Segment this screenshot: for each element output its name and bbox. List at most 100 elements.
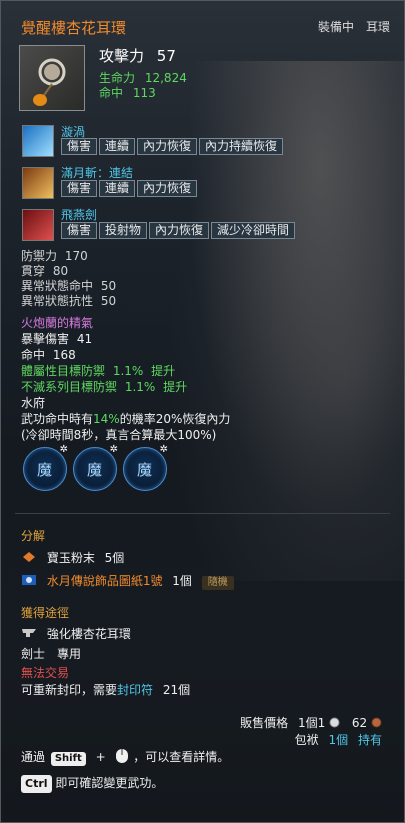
inventory-count: 包袱 1個 持有: [295, 731, 382, 748]
tag: 投射物: [99, 222, 148, 239]
reseal-info: 可重新封印，需要封印符 21個: [21, 681, 190, 698]
gem-mark: ✲: [59, 444, 68, 455]
source-item-name: 強化樓杏花耳環: [46, 627, 131, 641]
stat-label: 異常狀態命中: [21, 279, 94, 293]
stat-value: 168: [52, 348, 76, 362]
reseal-text: 可重新封印，需要: [21, 683, 118, 697]
bonus-line-2: 不滅系列目標防禦 1.1% 提升: [21, 378, 187, 395]
hp-label: 生命力: [99, 71, 136, 85]
decompose-item-2: 水月傳說飾品圖紙1號 1個 隨機: [21, 572, 234, 590]
silver-coin-icon: [371, 717, 382, 731]
hint-ctrl: Ctrl 即可確認變更武功。: [21, 774, 163, 793]
earring-icon[interactable]: [19, 45, 85, 111]
stat-value: 41: [76, 332, 93, 346]
set-effect: 武功命中時有14%的機率20%恢復內力: [21, 410, 230, 427]
decompose-item-1: 寶玉粉末 5個: [21, 549, 124, 567]
tag: 連續: [99, 180, 136, 197]
tag: 傷害: [61, 222, 98, 239]
ctrl-key: Ctrl: [21, 775, 52, 793]
set-effect-note: (冷卻時間8秒，真言合算最大100%): [21, 428, 217, 442]
no-trade-label: 無法交易: [21, 666, 70, 680]
stat-label: 貫穿: [21, 264, 46, 278]
hint-text: 即可確認變更武功。: [55, 776, 164, 790]
stat-value: 50: [100, 279, 117, 293]
stat-label: 命中: [21, 348, 46, 362]
decompose-heading: 分解: [21, 529, 46, 543]
skill-tags-full-moon: 傷害 連續 內力恢復: [61, 180, 198, 197]
skill-tags-vortex: 傷害 連續 內力恢復 內力持續恢復: [61, 138, 284, 155]
gem-slot-1-icon[interactable]: 魔 ✲: [23, 444, 68, 491]
mouse-icon: [115, 748, 129, 767]
decompose-item-count: 5個: [104, 551, 125, 565]
bonus-line-1: 體屬性目標防禦 1.1% 提升: [21, 362, 175, 379]
sell-price: 販售價格 1個1 62: [240, 714, 382, 731]
gem-glyph: 魔: [87, 461, 103, 479]
essence-hit-stat: 命中 168: [21, 346, 76, 363]
price-label: 販售價格: [240, 716, 289, 730]
blueprint-icon: [21, 573, 37, 590]
reseal-count: 21個: [162, 683, 191, 697]
gold-coin-icon: [329, 717, 340, 731]
attack-label: 攻擊力: [99, 47, 145, 65]
random-badge: 隨機: [201, 576, 234, 590]
flying-swallow-skill-icon[interactable]: [22, 209, 54, 241]
inventory-qty: 1個: [328, 733, 349, 747]
hit-value: 113: [132, 86, 156, 100]
gem-mark: ✲: [109, 444, 118, 455]
gem-slot-2-icon[interactable]: 魔 ✲: [73, 444, 118, 491]
hint-text: 通過: [21, 750, 46, 764]
inventory-suffix: 持有: [357, 733, 382, 747]
divider: [15, 513, 390, 514]
hp-value: 12,824: [144, 71, 187, 85]
item-tooltip: 覺醒樓杏花耳環 裝備中 耳環 攻擊力 57 生命力 12,824 命中 113 …: [0, 0, 405, 823]
shift-key: Shift: [50, 752, 86, 766]
hint-text: ，可以查看詳情。: [133, 750, 230, 764]
tag: 內力恢復: [137, 138, 198, 155]
bonus-suffix: 提升: [163, 380, 188, 394]
source-item: 強化樓杏花耳環: [21, 625, 131, 642]
gem-mark: ✲: [159, 444, 168, 455]
effect-text: 武功命中時有: [21, 412, 94, 426]
jade-powder-icon: [21, 550, 37, 567]
gem-glyph: 魔: [37, 461, 53, 479]
tag: 內力持續恢復: [199, 138, 284, 155]
stat-label: 暴擊傷害: [21, 332, 70, 346]
stat-value: 50: [100, 294, 117, 308]
tag: 內力恢復: [137, 180, 198, 197]
bonus-label: 體屬性目標防禦: [21, 364, 106, 378]
gem-slot-3-icon[interactable]: 魔 ✲: [123, 444, 168, 491]
hint-shift: 通過 Shift + ，可以查看詳情。: [21, 748, 229, 767]
equip-status: 裝備中 耳環: [317, 20, 390, 34]
stat-value: 170: [64, 249, 88, 263]
tag: 傷害: [61, 138, 98, 155]
hit-label: 命中: [99, 86, 124, 100]
price-silver: 62: [351, 716, 368, 730]
tag: 減少冷卻時間: [211, 222, 296, 239]
tag: 內力恢復: [149, 222, 210, 239]
reseal-item: 封印符: [117, 683, 154, 697]
bonus-value: 1.1%: [112, 364, 144, 378]
inventory-label: 包袱: [294, 733, 319, 747]
class-requirement: 劍士 專用: [21, 647, 82, 661]
hint-plus: +: [95, 750, 106, 764]
source-heading: 獲得途徑: [21, 606, 70, 620]
vortex-skill-icon[interactable]: [22, 125, 54, 157]
skill-tags-flying-swallow: 傷害 投射物 內力恢復 減少冷卻時間: [61, 222, 296, 239]
crit-damage-stat: 暴擊傷害 41: [21, 330, 92, 347]
decompose-item-name: 水月傳說飾品圖紙1號: [46, 574, 163, 588]
anvil-icon: [21, 627, 37, 642]
set-name: 水府: [21, 396, 46, 410]
bonus-label: 不滅系列目標防禦: [21, 380, 118, 394]
bonus-suffix: 提升: [151, 364, 176, 378]
item-title: 覺醒樓杏花耳環: [21, 19, 127, 37]
attack-stat: 攻擊力 57: [99, 45, 176, 66]
price-gold: 1: [317, 716, 326, 730]
stat-label: 異常狀態抗性: [21, 294, 94, 308]
decompose-item-name: 寶玉粉末: [46, 551, 95, 565]
bonus-value: 1.1%: [124, 380, 156, 394]
stat-value: 80: [52, 264, 69, 278]
tag: 連續: [99, 138, 136, 155]
full-moon-slash-skill-icon[interactable]: [22, 167, 54, 199]
stat-label: 防禦力: [21, 249, 58, 263]
tag: 傷害: [61, 180, 98, 197]
